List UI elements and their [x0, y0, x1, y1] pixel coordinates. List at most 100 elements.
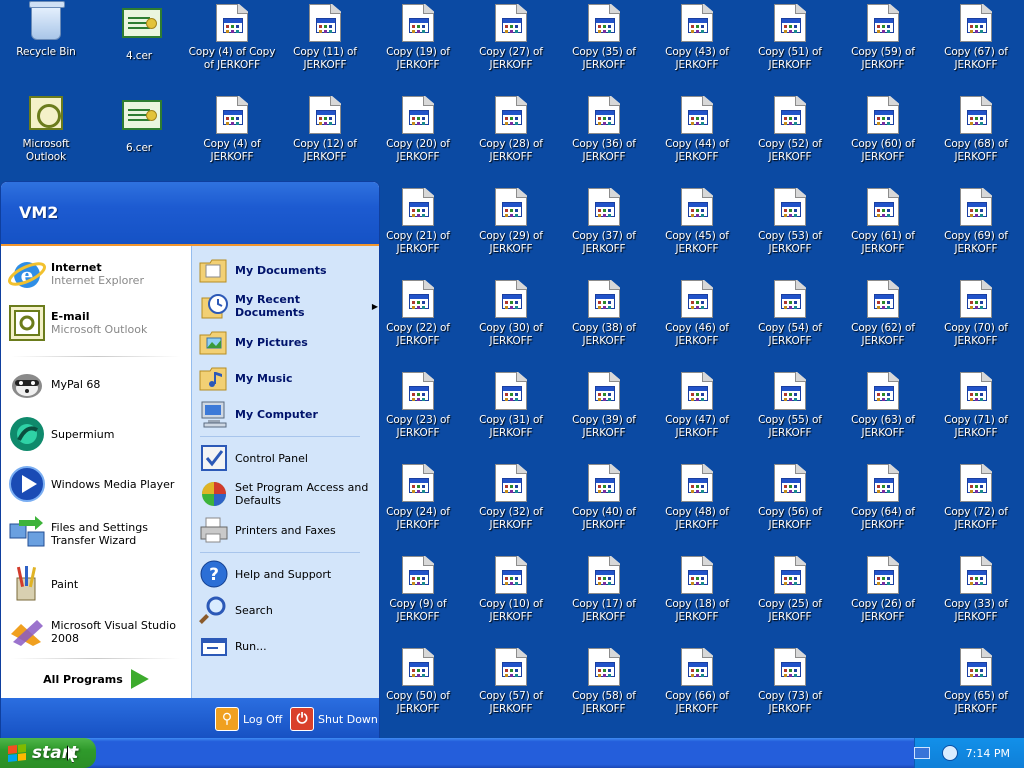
desktop-icon[interactable]: Copy (55) of JERKOFF — [746, 370, 834, 456]
setting-program-defaults[interactable]: Set Program Access and Defaults — [198, 478, 378, 510]
desktop-icon[interactable]: Copy (4) of Copy of JERKOFF — [188, 2, 276, 88]
certificate-icon — [122, 8, 162, 46]
desktop-icon[interactable]: Copy (62) of JERKOFF — [839, 278, 927, 364]
desktop-icon[interactable]: Copy (9) of JERKOFF — [374, 554, 462, 640]
desktop-icon[interactable]: Copy (27) of JERKOFF — [467, 2, 555, 88]
desktop-icon[interactable]: Copy (33) of JERKOFF — [932, 554, 1020, 640]
desktop-icon[interactable]: Copy (47) of JERKOFF — [653, 370, 741, 456]
desktop-icon[interactable]: Copy (29) of JERKOFF — [467, 186, 555, 272]
desktop-icon[interactable]: Copy (22) of JERKOFF — [374, 278, 462, 364]
desktop-icon[interactable]: Copy (56) of JERKOFF — [746, 462, 834, 548]
desktop-icon[interactable]: Copy (51) of JERKOFF — [746, 2, 834, 88]
desktop-icon[interactable]: Copy (54) of JERKOFF — [746, 278, 834, 364]
shut-down-button[interactable]: ⏻ Shut Down — [290, 707, 378, 731]
desktop-icon[interactable]: Copy (63) of JERKOFF — [839, 370, 927, 456]
desktop-icon[interactable]: Copy (30) of JERKOFF — [467, 278, 555, 364]
desktop-icon-label: Copy (56) of JERKOFF — [758, 506, 822, 531]
search[interactable]: Search — [198, 594, 378, 626]
desktop-icon[interactable]: Copy (18) of JERKOFF — [653, 554, 741, 640]
desktop-icon[interactable]: Copy (64) of JERKOFF — [839, 462, 927, 548]
desktop-icon[interactable]: Copy (10) of JERKOFF — [467, 554, 555, 640]
green-arrow-icon — [130, 669, 149, 689]
desktop-icon[interactable]: Copy (38) of JERKOFF — [560, 278, 648, 364]
document-icon — [866, 372, 900, 410]
desktop-icon[interactable]: Copy (66) of JERKOFF — [653, 646, 741, 732]
desktop-icon[interactable]: Copy (46) of JERKOFF — [653, 278, 741, 364]
desktop-icon[interactable]: Copy (45) of JERKOFF — [653, 186, 741, 272]
desktop-icon[interactable]: Microsoft Outlook — [2, 94, 90, 180]
desktop-icon[interactable]: Copy (26) of JERKOFF — [839, 554, 927, 640]
pinned-email[interactable]: E-mail Microsoft Outlook — [7, 303, 189, 343]
recent-supermium[interactable]: Supermium — [7, 414, 189, 454]
desktop-icon[interactable]: Copy (24) of JERKOFF — [374, 462, 462, 548]
desktop-icon[interactable]: Copy (43) of JERKOFF — [653, 2, 741, 88]
recent-paint[interactable]: Paint — [7, 564, 189, 604]
settings-separator — [200, 552, 360, 553]
recent-visual-studio[interactable]: Microsoft Visual Studio 2008 — [7, 612, 189, 652]
internet-explorer-icon: e — [7, 254, 47, 294]
recent-media-player[interactable]: Windows Media Player — [7, 464, 189, 504]
log-off-label: Log Off — [243, 712, 283, 726]
desktop-icon[interactable]: Copy (52) of JERKOFF — [746, 94, 834, 180]
desktop-icon[interactable]: Copy (44) of JERKOFF — [653, 94, 741, 180]
help-and-support[interactable]: ? Help and Support — [198, 558, 378, 590]
desktop-icon[interactable]: Copy (48) of JERKOFF — [653, 462, 741, 548]
keyboard-icon[interactable] — [914, 747, 930, 759]
desktop-icon-label: Copy (65) of JERKOFF — [944, 690, 1008, 715]
log-off-button[interactable]: ⚲ Log Off — [215, 707, 282, 731]
desktop-icon[interactable]: Copy (40) of JERKOFF — [560, 462, 648, 548]
pinned-internet[interactable]: e Internet Internet Explorer — [7, 254, 189, 294]
desktop-icon[interactable]: Copy (50) of JERKOFF — [374, 646, 462, 732]
desktop-icon-label: Copy (43) of JERKOFF — [665, 46, 729, 71]
place-recent-documents[interactable]: My Recent Documents ▶ — [198, 290, 378, 322]
desktop-icon[interactable]: Copy (31) of JERKOFF — [467, 370, 555, 456]
desktop-icon[interactable]: Copy (39) of JERKOFF — [560, 370, 648, 456]
desktop-icon[interactable]: Copy (32) of JERKOFF — [467, 462, 555, 548]
desktop-icon[interactable]: Copy (71) of JERKOFF — [932, 370, 1020, 456]
recent-mypal[interactable]: MyPal 68 — [7, 364, 189, 404]
desktop-icon[interactable]: Copy (23) of JERKOFF — [374, 370, 462, 456]
show-hidden-icons-icon[interactable] — [941, 745, 958, 761]
desktop-icon[interactable]: Copy (19) of JERKOFF — [374, 2, 462, 88]
setting-printers[interactable]: Printers and Faxes — [198, 514, 378, 546]
desktop-icon[interactable]: Copy (72) of JERKOFF — [932, 462, 1020, 548]
desktop-icon[interactable]: Copy (60) of JERKOFF — [839, 94, 927, 180]
desktop-icon[interactable]: Recycle Bin — [2, 1, 90, 88]
desktop-icon[interactable]: Copy (68) of JERKOFF — [932, 94, 1020, 180]
clock[interactable]: 7:14 PM — [966, 747, 1010, 760]
place-my-pictures[interactable]: My Pictures — [198, 326, 378, 358]
desktop-icon[interactable]: Copy (36) of JERKOFF — [560, 94, 648, 180]
setting-control-panel[interactable]: Control Panel — [198, 442, 378, 474]
desktop-icon[interactable]: Copy (61) of JERKOFF — [839, 186, 927, 272]
desktop-icon-label: Copy (37) of JERKOFF — [572, 230, 636, 255]
desktop-icon[interactable]: Copy (37) of JERKOFF — [560, 186, 648, 272]
desktop-icon[interactable]: Copy (53) of JERKOFF — [746, 186, 834, 272]
desktop-icon[interactable]: Copy (69) of JERKOFF — [932, 186, 1020, 272]
desktop-icon[interactable]: Copy (25) of JERKOFF — [746, 554, 834, 640]
place-my-computer[interactable]: My Computer — [198, 398, 378, 430]
desktop-icon[interactable]: Copy (17) of JERKOFF — [560, 554, 648, 640]
desktop-icon[interactable]: Copy (67) of JERKOFF — [932, 2, 1020, 88]
desktop-icon[interactable]: Copy (4) of JERKOFF — [188, 94, 276, 180]
desktop-icon[interactable]: Copy (11) of JERKOFF — [281, 2, 369, 88]
start-button[interactable]: start — [0, 738, 96, 768]
desktop-icon[interactable]: Copy (20) of JERKOFF — [374, 94, 462, 180]
desktop-icon[interactable]: Copy (21) of JERKOFF — [374, 186, 462, 272]
desktop-icon[interactable]: Copy (65) of JERKOFF — [932, 646, 1020, 732]
desktop-icon[interactable]: Copy (58) of JERKOFF — [560, 646, 648, 732]
desktop-icon[interactable]: Copy (12) of JERKOFF — [281, 94, 369, 180]
all-programs-button[interactable]: All Programs — [1, 661, 191, 697]
place-my-music[interactable]: My Music — [198, 362, 378, 394]
recent-transfer-wizard[interactable]: Files and Settings Transfer Wizard — [7, 514, 189, 554]
desktop-icon[interactable]: Copy (59) of JERKOFF — [839, 2, 927, 88]
desktop-icon[interactable]: 4.cer — [95, 2, 183, 88]
desktop-icon[interactable]: Copy (28) of JERKOFF — [467, 94, 555, 180]
place-my-documents[interactable]: My Documents — [198, 254, 378, 286]
desktop-icon[interactable]: Copy (70) of JERKOFF — [932, 278, 1020, 364]
document-icon — [308, 96, 342, 134]
desktop-icon[interactable]: Copy (73) of JERKOFF — [746, 646, 834, 732]
desktop-icon[interactable]: Copy (35) of JERKOFF — [560, 2, 648, 88]
desktop-icon[interactable]: Copy (57) of JERKOFF — [467, 646, 555, 732]
desktop-icon[interactable]: 6.cer — [95, 94, 183, 180]
run[interactable]: Run... — [198, 630, 378, 662]
